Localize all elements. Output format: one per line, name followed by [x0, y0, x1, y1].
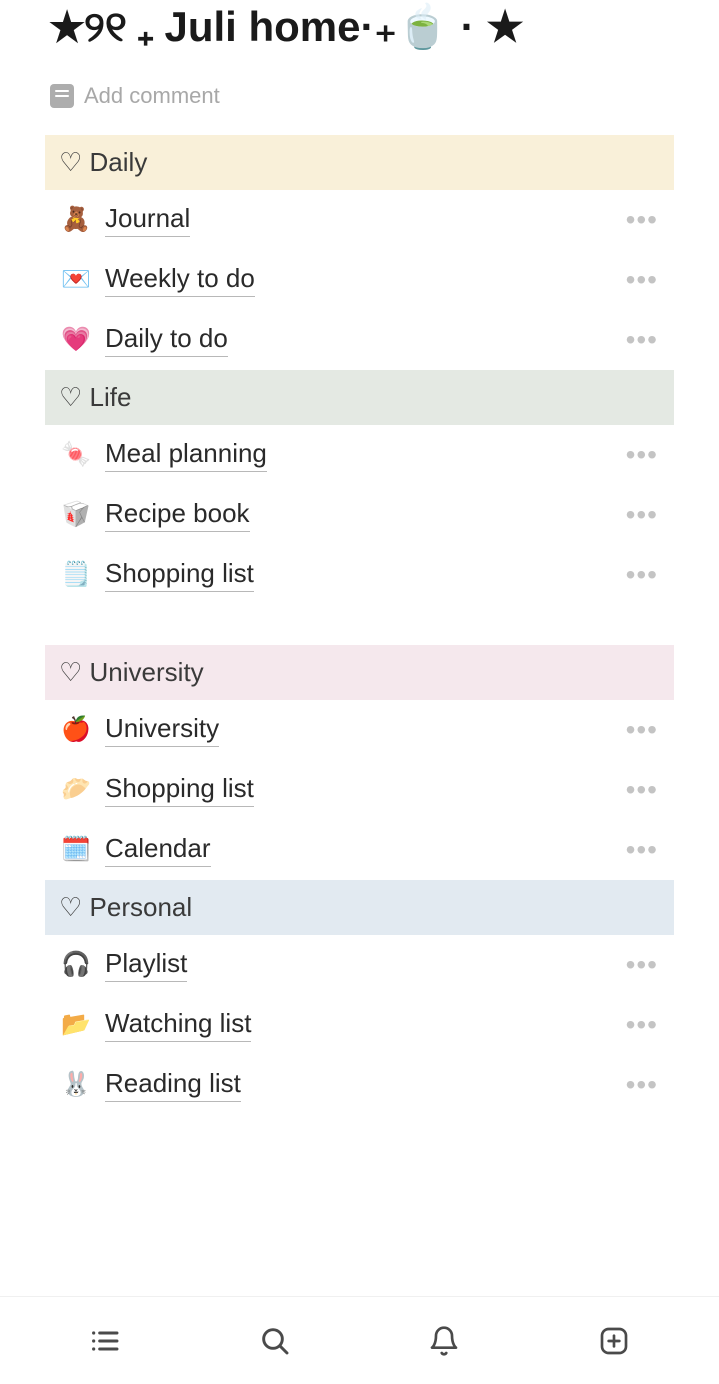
item-emoji-icon: 💗	[61, 325, 89, 354]
item-emoji-icon: 🎧	[61, 950, 89, 979]
list-icon	[89, 1325, 121, 1357]
page-title: ★୨୧ ₊ Juli home·₊🍵 · ★	[0, 0, 719, 63]
more-options-icon[interactable]: •••	[626, 559, 666, 591]
item-label: Daily to do	[105, 323, 228, 357]
page-item[interactable]: 🥡 Recipe book •••	[45, 485, 674, 545]
item-emoji-icon: 💌	[61, 265, 89, 294]
section-header-university[interactable]: ♡ University	[45, 645, 674, 700]
page-item[interactable]: 🗓️ Calendar •••	[45, 820, 674, 880]
item-label: Shopping list	[105, 773, 254, 807]
section-header-life[interactable]: ♡ Life	[45, 370, 674, 425]
nav-search-button[interactable]	[253, 1319, 297, 1363]
search-icon	[259, 1325, 291, 1357]
bottom-navigation	[0, 1296, 719, 1384]
more-options-icon[interactable]: •••	[626, 439, 666, 471]
item-emoji-icon: 🐰	[61, 1070, 89, 1099]
bell-icon	[428, 1325, 460, 1357]
nav-list-button[interactable]	[83, 1319, 127, 1363]
item-label: Reading list	[105, 1068, 241, 1102]
page-item[interactable]: 💗 Daily to do •••	[45, 310, 674, 370]
item-label: Recipe book	[105, 498, 250, 532]
plus-icon	[598, 1325, 630, 1357]
more-options-icon[interactable]: •••	[626, 774, 666, 806]
item-emoji-icon: 🍬	[61, 440, 89, 469]
page-item[interactable]: 🥟 Shopping list •••	[45, 760, 674, 820]
item-label: Shopping list	[105, 558, 254, 592]
item-emoji-icon: 🗓️	[61, 835, 89, 864]
page-item[interactable]: 🐰 Reading list •••	[45, 1055, 674, 1115]
item-emoji-icon: 🍎	[61, 715, 89, 744]
more-options-icon[interactable]: •••	[626, 714, 666, 746]
nav-add-button[interactable]	[592, 1319, 636, 1363]
item-emoji-icon: 🧸	[61, 205, 89, 234]
item-emoji-icon: 🥟	[61, 775, 89, 804]
section-header-daily[interactable]: ♡ Daily	[45, 135, 674, 190]
page-item[interactable]: 🎧 Playlist •••	[45, 935, 674, 995]
item-label: Journal	[105, 203, 190, 237]
item-label: Watching list	[105, 1008, 251, 1042]
item-label: Meal planning	[105, 438, 267, 472]
page-item[interactable]: 🗒️ Shopping list •••	[45, 545, 674, 605]
more-options-icon[interactable]: •••	[626, 1009, 666, 1041]
page-item[interactable]: 📂 Watching list •••	[45, 995, 674, 1055]
item-label: University	[105, 713, 219, 747]
more-options-icon[interactable]: •••	[626, 204, 666, 236]
add-comment-button[interactable]: Add comment	[0, 63, 719, 135]
page-item[interactable]: 🧸 Journal •••	[45, 190, 674, 250]
add-comment-label: Add comment	[84, 83, 220, 109]
page-item[interactable]: 🍬 Meal planning •••	[45, 425, 674, 485]
more-options-icon[interactable]: •••	[626, 264, 666, 296]
more-options-icon[interactable]: •••	[626, 324, 666, 356]
item-emoji-icon: 📂	[61, 1010, 89, 1039]
more-options-icon[interactable]: •••	[626, 499, 666, 531]
item-emoji-icon: 🥡	[61, 500, 89, 529]
more-options-icon[interactable]: •••	[626, 834, 666, 866]
page-item[interactable]: 💌 Weekly to do •••	[45, 250, 674, 310]
page-item[interactable]: 🍎 University •••	[45, 700, 674, 760]
nav-notifications-button[interactable]	[422, 1319, 466, 1363]
section-header-personal[interactable]: ♡ Personal	[45, 880, 674, 935]
item-label: Weekly to do	[105, 263, 255, 297]
more-options-icon[interactable]: •••	[626, 949, 666, 981]
item-label: Calendar	[105, 833, 211, 867]
item-label: Playlist	[105, 948, 187, 982]
more-options-icon[interactable]: •••	[626, 1069, 666, 1101]
comment-icon	[50, 84, 74, 108]
item-emoji-icon: 🗒️	[61, 560, 89, 589]
